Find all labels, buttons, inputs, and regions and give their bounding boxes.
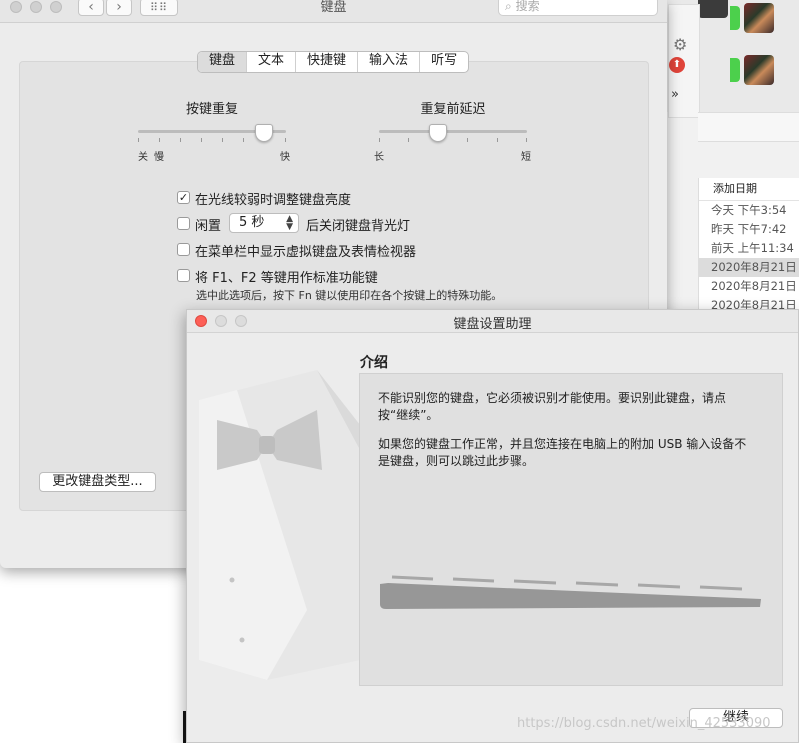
backlight-off-label: 后关闭键盘背光灯 [306, 219, 411, 234]
slider-tick [285, 138, 286, 142]
window-edge [183, 711, 186, 743]
list-item[interactable]: 2020年8月21日 [699, 277, 799, 296]
watermark-text: https://blog.csdn.net/weixin_42533090 [517, 716, 771, 731]
background-separator [698, 112, 799, 142]
avatar[interactable] [744, 55, 774, 85]
delay-slider-track[interactable] [379, 130, 527, 133]
date-added-column-header[interactable]: 添加日期 [699, 178, 799, 201]
slider-tick [159, 138, 160, 142]
search-icon: ⌕ [505, 0, 512, 13]
status-indicator [730, 6, 740, 30]
key-repeat-fast-label: 快 [280, 152, 290, 163]
fn-keys-label: 将 F1、F2 等键用作标准功能键 [195, 271, 378, 286]
checkmark-icon: ✓ [178, 191, 189, 204]
list-item[interactable]: 今天 下午3:54 [699, 201, 799, 220]
tab-bar: 键盘 文本 快捷键 输入法 听写 [197, 51, 470, 73]
tab-shortcuts[interactable]: 快捷键 [296, 52, 359, 72]
list-item[interactable]: 前天 上午11:34 [699, 239, 799, 258]
background-dark-tab [698, 0, 728, 18]
slider-tick [467, 138, 469, 142]
key-repeat-min-label: 关 [138, 152, 148, 163]
slider-tick [379, 138, 380, 142]
slider-tick [243, 138, 244, 142]
show-viewers-label: 在菜单栏中显示虚拟键盘及表情检视器 [195, 245, 417, 260]
slider-tick [138, 138, 139, 142]
delay-short-label: 短 [521, 152, 531, 163]
avatar[interactable] [744, 3, 774, 33]
chevron-right-icon[interactable]: » [671, 87, 679, 102]
slider-tick [222, 138, 223, 142]
slider-tick [496, 138, 498, 142]
status-indicator [730, 58, 740, 82]
tab-keyboard[interactable]: 键盘 [198, 52, 248, 72]
show-viewers-checkbox[interactable] [177, 243, 190, 256]
change-keyboard-type-button[interactable]: 更改键盘类型... [39, 472, 156, 492]
slider-tick [408, 138, 410, 142]
tab-text[interactable]: 文本 [247, 52, 297, 72]
list-item[interactable]: 昨天 下午7:42 [699, 220, 799, 239]
search-input[interactable]: ⌕ 搜索 [498, 0, 658, 16]
slider-tick [180, 138, 181, 142]
keyboard-setup-assistant-window: 键盘设置助理 介绍 不能识别您的键盘，它必须被识别才能使用。要识别此键盘，请点 … [186, 309, 799, 743]
key-repeat-slider-thumb[interactable] [254, 124, 273, 142]
tab-dictation[interactable]: 听写 [420, 52, 468, 72]
adjust-brightness-label: 在光线较弱时调整键盘亮度 [195, 193, 352, 208]
delay-until-repeat-label: 重复前延迟 [420, 102, 486, 117]
background-side-panel: ⚙ ⬆ » [668, 4, 700, 118]
fn-keys-checkbox[interactable] [177, 269, 190, 282]
tab-input-sources[interactable]: 输入法 [358, 52, 421, 72]
delay-long-label: 长 [374, 152, 384, 163]
backlight-timeout-value: 5 秒 [239, 215, 265, 230]
backlight-idle-label: 闲置 [195, 219, 222, 234]
section-title: 介绍 [360, 355, 388, 371]
list-item[interactable]: 2020年8月21日 [699, 258, 799, 277]
date-added-list: 添加日期 今天 下午3:54 昨天 下午7:42 前天 上午11:34 2020… [698, 178, 799, 318]
fn-keys-note: 选中此选项后，按下 Fn 键以使用印在各个按键上的特殊功能。 [196, 289, 503, 302]
slider-tick [201, 138, 202, 142]
intro-paragraph-line: 按“继续”。 [378, 408, 439, 422]
assistant-content-area: 不能识别您的键盘，它必须被识别才能使用。要识别此键盘，请点 按“继续”。 如果您… [359, 373, 783, 686]
assistant-title: 键盘设置助理 [453, 317, 532, 332]
keyboard-illustration [380, 575, 761, 609]
chevron-updown-icon: ▲ ▼ [286, 214, 293, 232]
gear-icon[interactable]: ⚙ [673, 35, 687, 54]
backlight-off-checkbox[interactable] [177, 217, 190, 230]
intro-paragraph-line: 如果您的键盘工作正常，并且您连接在电脑上的附加 USB 输入设备不 [378, 437, 747, 451]
upload-alert-icon[interactable]: ⬆ [669, 57, 685, 73]
slider-tick [526, 138, 527, 142]
intro-paragraph-line: 是键盘，则可以跳过此步骤。 [378, 454, 535, 468]
delay-ticks [379, 138, 527, 142]
backlight-timeout-select[interactable]: 5 秒 ▲ ▼ [229, 213, 299, 233]
key-repeat-slow-label: 慢 [154, 152, 164, 163]
intro-paragraph-line: 不能识别您的键盘，它必须被识别才能使用。要识别此键盘，请点 [378, 391, 727, 405]
title-bar: ‹ › ⠿⠿ 键盘 ⌕ 搜索 [0, 0, 667, 23]
adjust-brightness-checkbox[interactable]: ✓ [177, 191, 190, 204]
search-placeholder: 搜索 [515, 0, 540, 13]
key-repeat-label: 按键重复 [185, 102, 238, 117]
